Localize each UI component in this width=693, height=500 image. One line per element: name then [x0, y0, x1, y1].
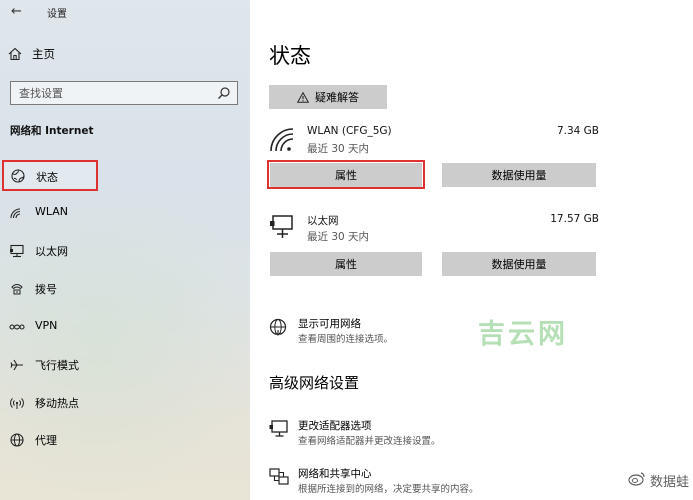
- network-globe-icon: [269, 318, 287, 340]
- network-period: 最近 30 天内: [307, 143, 370, 155]
- window-title: 设置: [47, 9, 67, 20]
- wlan-properties-button[interactable]: 属性: [270, 163, 422, 187]
- sidebar-item-airplane-mode[interactable]: 飞行模式: [0, 351, 250, 379]
- main-content: 状态 疑难解答 WLAN (CFG_5G) 最近 30 天内 7.34 GB 属…: [250, 0, 693, 500]
- back-arrow-icon[interactable]: ←: [11, 4, 22, 19]
- sidebar-item-label: WLAN: [35, 205, 69, 218]
- home-icon: [8, 47, 22, 61]
- troubleshoot-button[interactable]: 疑难解答: [269, 85, 387, 109]
- airplane-icon: [9, 357, 25, 373]
- advanced-network-settings-heading: 高级网络设置: [269, 374, 360, 392]
- link-description: 根据所连接到的网络，决定要共享的内容。: [298, 484, 479, 495]
- network-period: 最近 30 天内: [307, 231, 370, 243]
- page-title: 状态: [269, 44, 311, 68]
- sidebar-item-label: 代理: [35, 434, 57, 447]
- ethernet-properties-button[interactable]: 属性: [270, 252, 422, 276]
- weibo-logo-icon: [628, 471, 646, 490]
- search-input[interactable]: [11, 82, 207, 105]
- dialup-icon: [9, 281, 25, 297]
- network-usage: 7.34 GB: [556, 125, 599, 137]
- home-nav-item[interactable]: 主页: [8, 46, 55, 62]
- wifi-icon: [9, 205, 25, 221]
- network-usage: 17.57 GB: [550, 213, 599, 225]
- wlan-network-status: WLAN (CFG_5G) 最近 30 天内 7.34 GB: [269, 125, 599, 159]
- sharing-center-icon: [269, 467, 289, 491]
- search-box[interactable]: [10, 81, 238, 105]
- sidebar-item-label: 移动热点: [35, 397, 79, 410]
- network-name: 以太网: [307, 215, 339, 227]
- network-sharing-center-link[interactable]: 网络和共享中心 根据所连接到的网络，决定要共享的内容。: [269, 466, 529, 496]
- sidebar-item-vpn[interactable]: VPN: [0, 313, 250, 341]
- ethernet-network-status: 以太网 最近 30 天内 17.57 GB: [269, 213, 599, 247]
- home-label: 主页: [32, 47, 55, 61]
- change-adapter-options-link[interactable]: 更改适配器选项 查看网络适配器并更改连接设置。: [269, 418, 529, 448]
- warning-icon: [297, 91, 309, 103]
- weibo-watermark: 数据蛙: [628, 471, 689, 490]
- sidebar-item-label: 拨号: [35, 283, 57, 296]
- link-title: 更改适配器选项: [298, 420, 372, 432]
- sidebar-item-label: 以太网: [35, 245, 68, 258]
- link-title: 网络和共享中心: [298, 468, 372, 480]
- wlan-data-usage-button[interactable]: 数据使用量: [442, 163, 596, 187]
- sidebar-item-mobile-hotspot[interactable]: 移动热点: [0, 389, 250, 417]
- globe-icon: [10, 168, 26, 184]
- weibo-watermark-text: 数据蛙: [650, 475, 690, 490]
- link-description: 查看网络适配器并更改连接设置。: [298, 436, 441, 447]
- link-description: 查看周围的连接选项。: [298, 334, 394, 345]
- network-name: WLAN (CFG_5G): [307, 125, 392, 137]
- hotspot-icon: [9, 395, 25, 411]
- sidebar-item-label: 状态: [36, 171, 58, 184]
- adapter-monitor-icon: [269, 419, 289, 443]
- troubleshoot-label: 疑难解答: [315, 91, 359, 104]
- ethernet-monitor-icon: [269, 213, 295, 243]
- show-available-networks-link[interactable]: 显示可用网络 查看周围的连接选项。: [269, 316, 529, 346]
- sidebar-item-status[interactable]: 状态: [2, 160, 98, 191]
- sidebar: ← 设置 主页 网络和 Internet 状态 WLAN 以太网: [0, 0, 250, 500]
- ethernet-icon: [9, 243, 25, 259]
- search-icon[interactable]: [217, 85, 231, 104]
- sidebar-item-proxy[interactable]: 代理: [0, 426, 250, 454]
- sidebar-item-dialup[interactable]: 拨号: [0, 275, 250, 303]
- sidebar-item-ethernet[interactable]: 以太网: [0, 237, 250, 265]
- wifi-signal-icon: [269, 127, 295, 157]
- sidebar-item-label: 飞行模式: [35, 359, 79, 372]
- vpn-icon: [9, 319, 25, 335]
- proxy-globe-icon: [9, 432, 25, 448]
- link-title: 显示可用网络: [298, 318, 361, 330]
- sidebar-item-wlan[interactable]: WLAN: [0, 199, 250, 227]
- ethernet-data-usage-button[interactable]: 数据使用量: [442, 252, 596, 276]
- sidebar-item-label: VPN: [35, 319, 58, 332]
- section-title: 网络和 Internet: [10, 125, 94, 137]
